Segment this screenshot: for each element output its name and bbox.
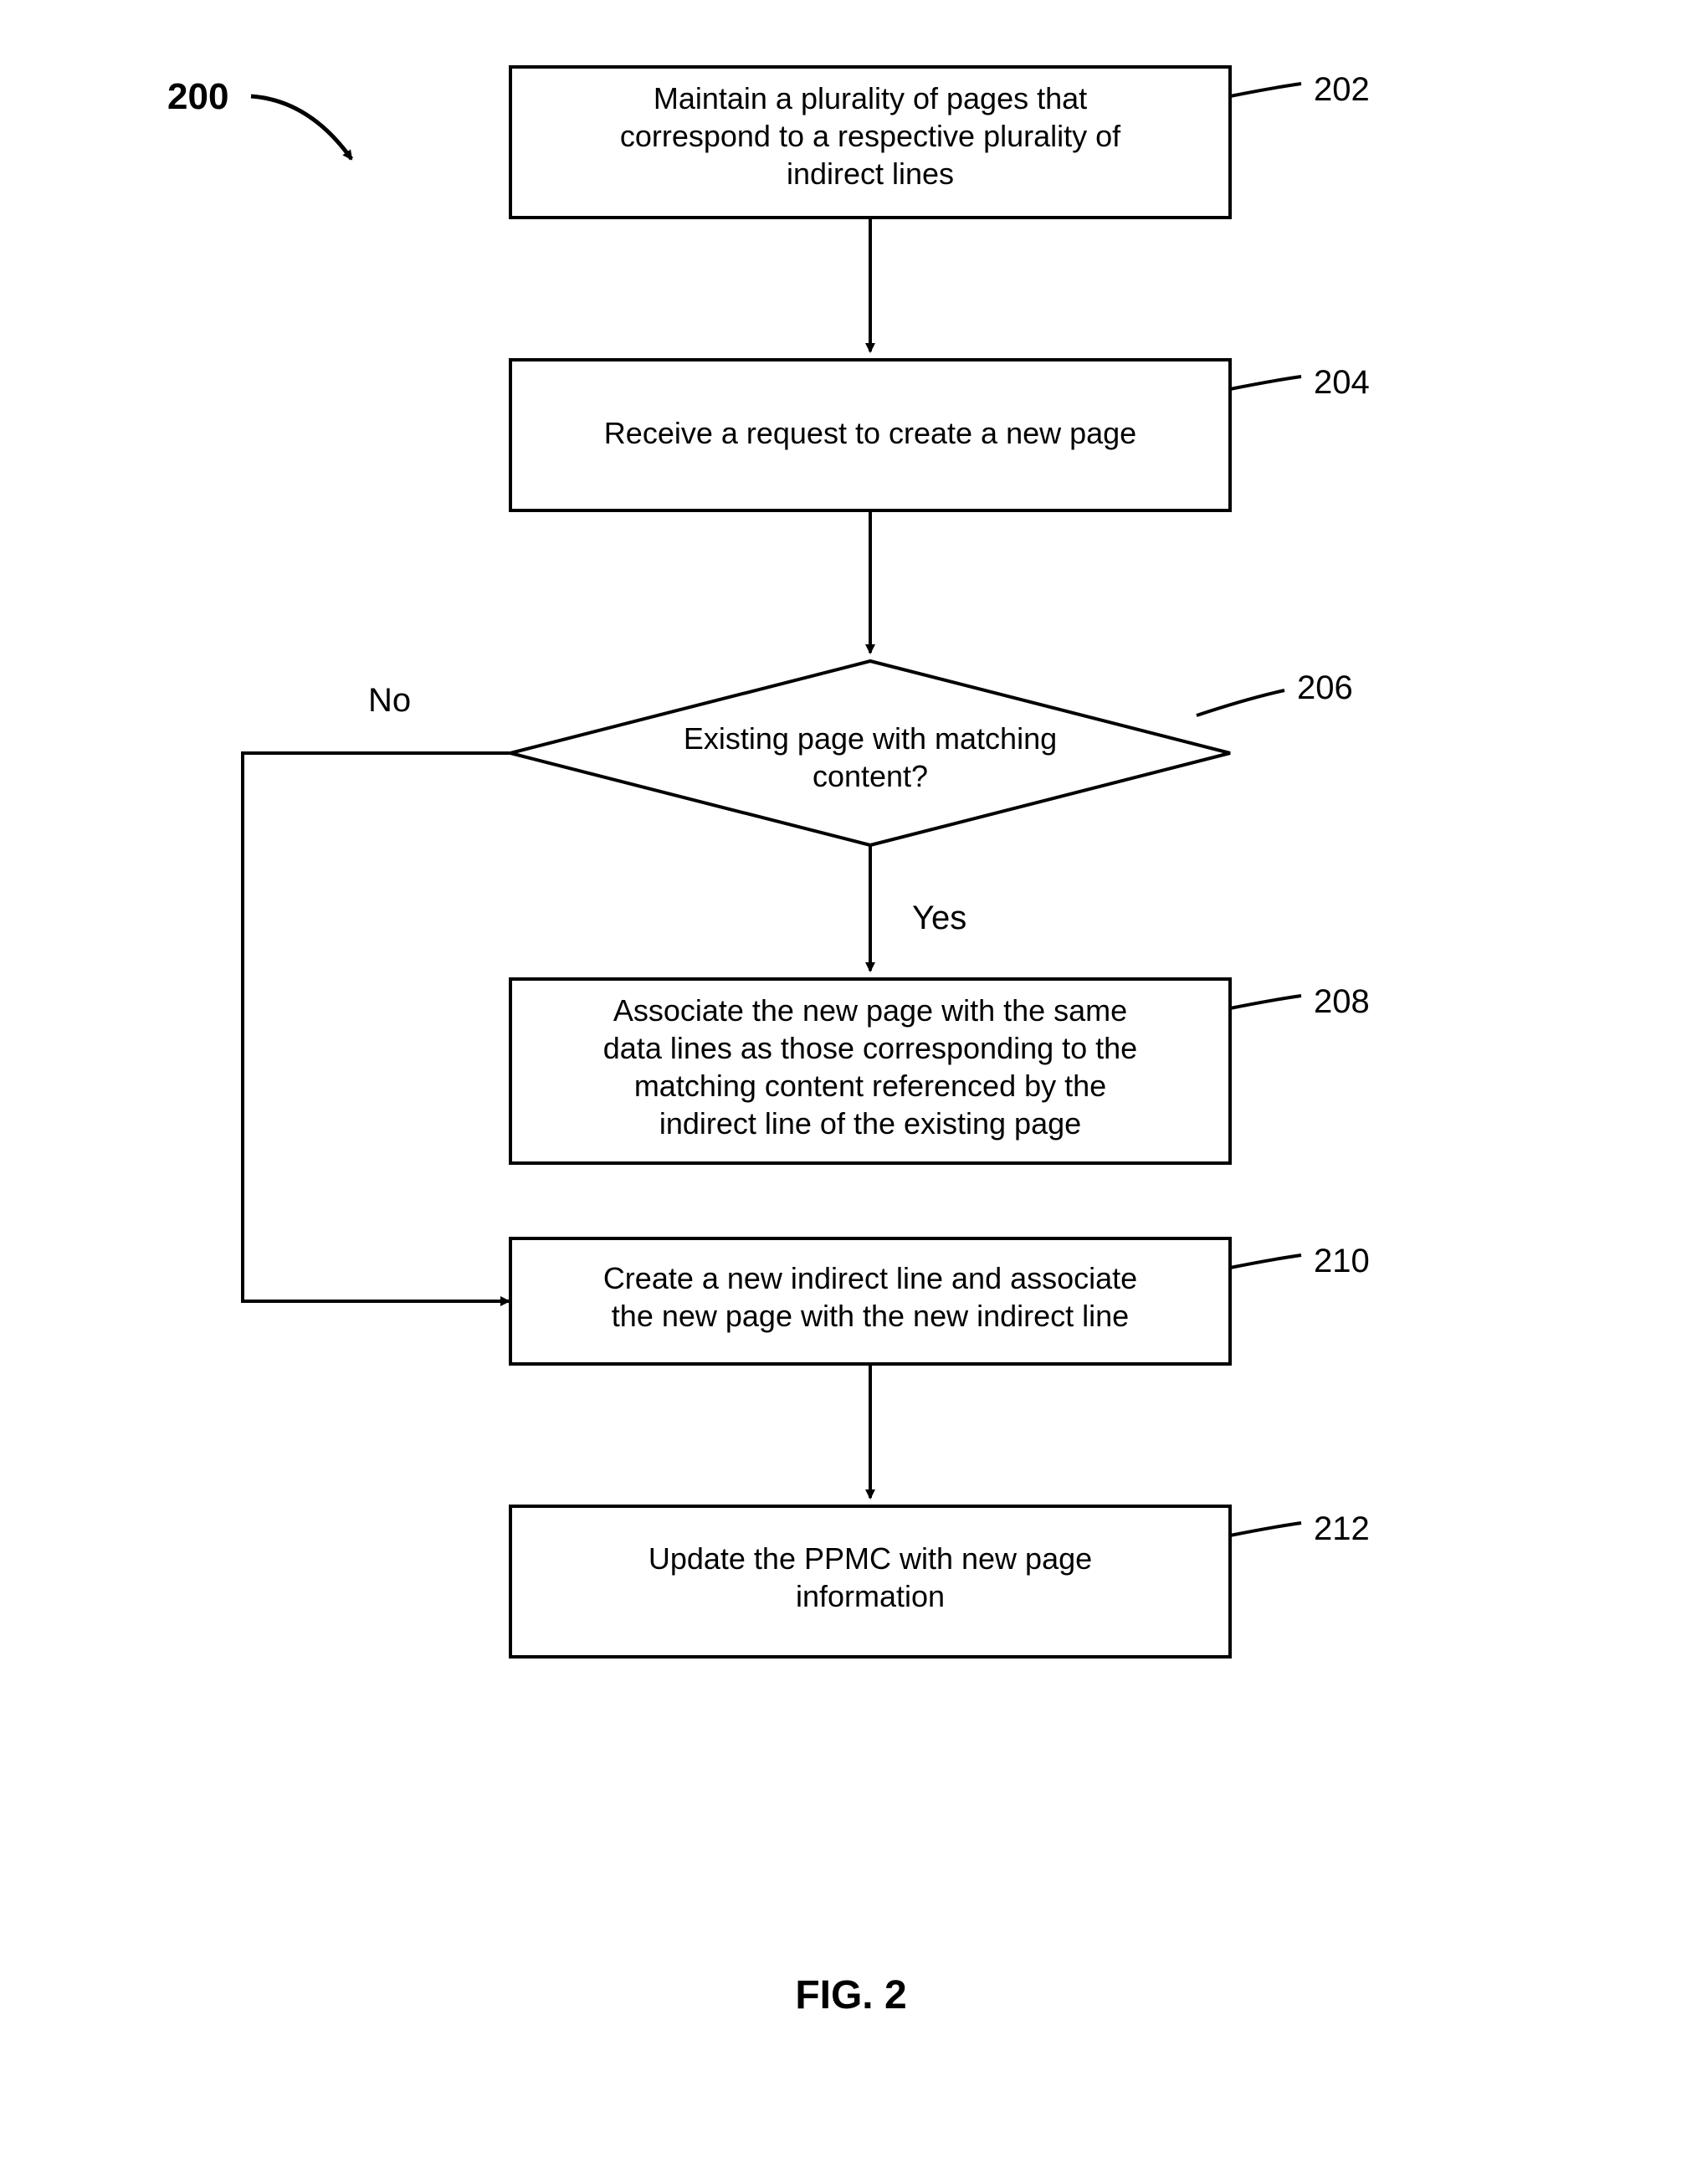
- ref-tick-204: [1230, 377, 1301, 389]
- ref-tick-208: [1230, 996, 1301, 1008]
- ref-206: 206: [1297, 669, 1353, 706]
- ref-208: 208: [1314, 983, 1370, 1020]
- node-204: Receive a request to create a new page 2…: [510, 360, 1370, 510]
- ref-212: 212: [1314, 1510, 1370, 1547]
- node-204-line1: Receive a request to create a new page: [604, 416, 1136, 450]
- node-212: Update the PPMC with new page informatio…: [510, 1506, 1370, 1657]
- ref-204: 204: [1314, 364, 1370, 401]
- ref-210: 210: [1314, 1243, 1370, 1279]
- ref-tick-212: [1230, 1523, 1301, 1535]
- node-212-line2: information: [796, 1579, 945, 1613]
- node-208-line3: matching content referenced by the: [634, 1069, 1106, 1103]
- node-206-line1: Existing page with matching: [684, 721, 1057, 756]
- figure-caption: FIG. 2: [795, 1973, 906, 2017]
- node-206-line2: content?: [813, 759, 928, 793]
- edge-label-yes: Yes: [912, 900, 966, 936]
- edge-label-no: No: [368, 682, 411, 719]
- node-210: Create a new indirect line and associate…: [510, 1238, 1370, 1364]
- diagram-ref-arrow: [251, 96, 351, 159]
- node-202: Maintain a plurality of pages that corre…: [510, 67, 1370, 218]
- node-208-line1: Associate the new page with the same: [613, 993, 1127, 1028]
- diagram-ref-label: 200: [167, 76, 228, 117]
- node-202-line1: Maintain a plurality of pages that: [654, 81, 1087, 115]
- flowchart-diagram: 200 Maintain a plurality of pages that c…: [0, 0, 1702, 2184]
- node-212-line1: Update the PPMC with new page: [649, 1541, 1092, 1576]
- node-208: Associate the new page with the same dat…: [510, 979, 1370, 1163]
- node-202-line3: indirect lines: [787, 156, 954, 191]
- ref-tick-202: [1230, 84, 1301, 96]
- ref-tick-210: [1230, 1255, 1301, 1268]
- arrow-no-path: [243, 753, 510, 1301]
- node-206-decision: Existing page with matching content? 206: [510, 661, 1353, 845]
- node-210-line2: the new page with the new indirect line: [612, 1299, 1129, 1333]
- node-208-line2: data lines as those corresponding to the: [603, 1031, 1137, 1065]
- ref-tick-206: [1197, 690, 1284, 715]
- node-210-line1: Create a new indirect line and associate: [603, 1261, 1137, 1295]
- ref-202: 202: [1314, 71, 1370, 108]
- node-208-line4: indirect line of the existing page: [659, 1106, 1081, 1141]
- node-202-line2: correspond to a respective plurality of: [620, 119, 1121, 153]
